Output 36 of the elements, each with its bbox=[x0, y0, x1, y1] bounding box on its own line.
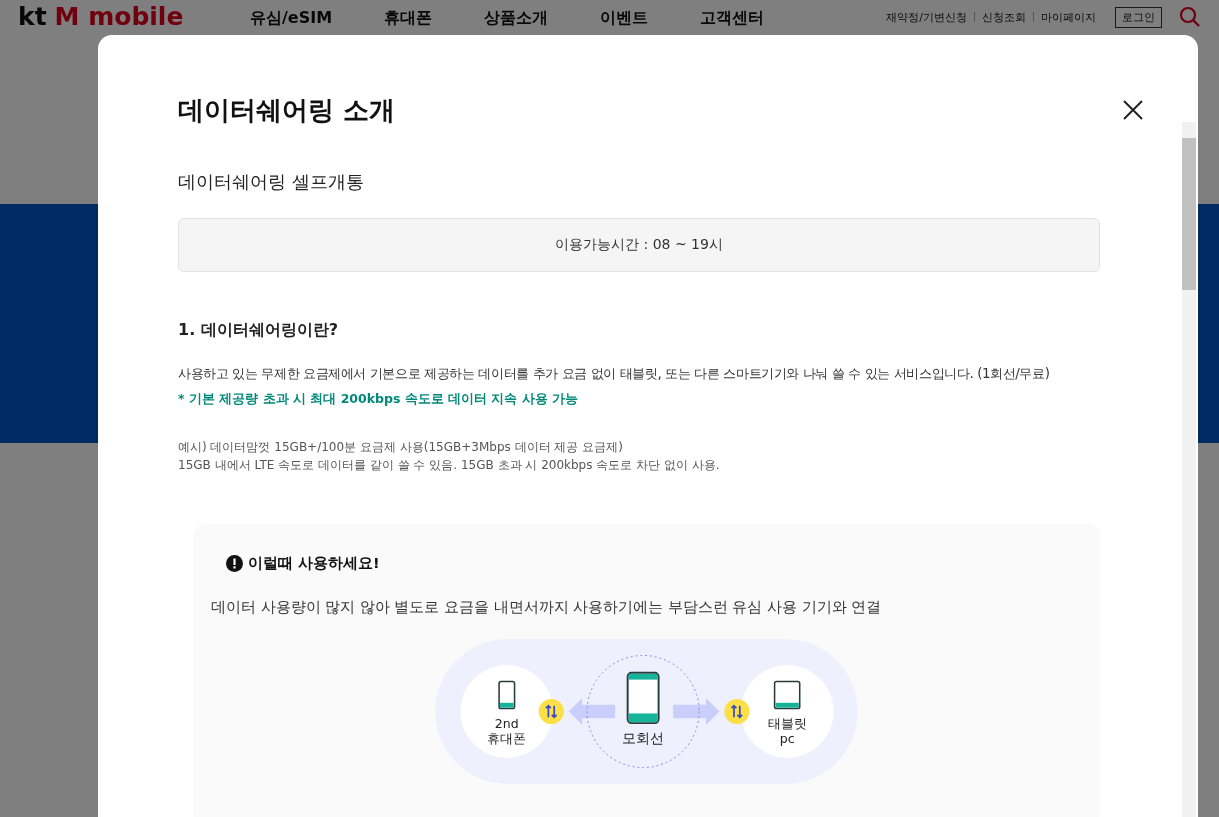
login-button[interactable]: 로그인 bbox=[1115, 6, 1162, 28]
logo-text[interactable]: M mobile bbox=[54, 4, 184, 29]
phone-icon bbox=[626, 671, 660, 725]
example-text: 예시) 데이터맘껏 15GB+/100분 요금제 사용(15GB+3Mbps 데이터 제공 요금제) bbox=[178, 439, 624, 456]
tip-heading: 이럴때 사용하세요! bbox=[248, 554, 380, 573]
node-label: 휴대폰 bbox=[487, 731, 527, 747]
tip-text: 데이터 사용량이 많지 않아 별도로 요금을 내면서까지 사용하기에는 부담스런 유심 사용 기기와 연결 bbox=[211, 598, 883, 617]
example-text: 15GB 내에서 LTE 속도로 데이터를 같이 쓸 수 있음. 15GB 초과 시 200kbps 속도로 차단 없이 사용. bbox=[178, 457, 721, 474]
search-icon[interactable] bbox=[1179, 6, 1201, 28]
swap-arrows-icon bbox=[538, 698, 564, 725]
node-label: 모회선 bbox=[622, 730, 665, 747]
logo-text[interactable]: kt bbox=[18, 4, 47, 29]
node-label: 2nd bbox=[494, 715, 519, 731]
node-label: pc bbox=[779, 731, 795, 747]
close-icon[interactable] bbox=[1123, 99, 1143, 120]
exclamation-icon bbox=[226, 555, 243, 572]
phone-icon bbox=[498, 680, 516, 710]
utility-link[interactable]: 마이페이지 bbox=[1041, 9, 1096, 25]
nav-link[interactable]: 상품소개 bbox=[484, 8, 549, 28]
hours-notice: 이용가능시간 : 08 ~ 19시 bbox=[178, 218, 1100, 272]
nav-link[interactable]: 고객센터 bbox=[700, 8, 765, 28]
node-label: 태블릿 bbox=[767, 715, 807, 731]
nav-link[interactable]: 유심/eSIM bbox=[250, 8, 333, 28]
utility-link[interactable]: 신청조회 bbox=[982, 9, 1026, 25]
section-heading: 1. 데이터쉐어링이란? bbox=[178, 320, 340, 341]
tablet-icon bbox=[773, 680, 801, 710]
modal-title: 데이터쉐어링 소개 bbox=[178, 94, 396, 127]
arrow bbox=[673, 697, 720, 726]
utility-link[interactable]: 재약정/기변신청 bbox=[886, 9, 967, 25]
arrow bbox=[568, 697, 616, 726]
note-text: * 기본 제공량 초과 시 최대 200kbps 속도로 데이터 지속 사용 가능 bbox=[178, 391, 580, 408]
swap-arrows-icon bbox=[724, 698, 750, 725]
nav-link[interactable]: 휴대폰 bbox=[384, 8, 433, 28]
section-subtitle: 데이터쉐어링 셀프개통 bbox=[178, 170, 365, 194]
nav-link[interactable]: 이벤트 bbox=[600, 8, 649, 28]
description-text: 사용하고 있는 무제한 요금제에서 기본으로 제공하는 데이터를 추가 요금 없이 태블릿, 또는 다른 스마트기기와 나눠 쓸 수 있는 서비스입니다. (1회선/무료) bbox=[178, 365, 1051, 383]
